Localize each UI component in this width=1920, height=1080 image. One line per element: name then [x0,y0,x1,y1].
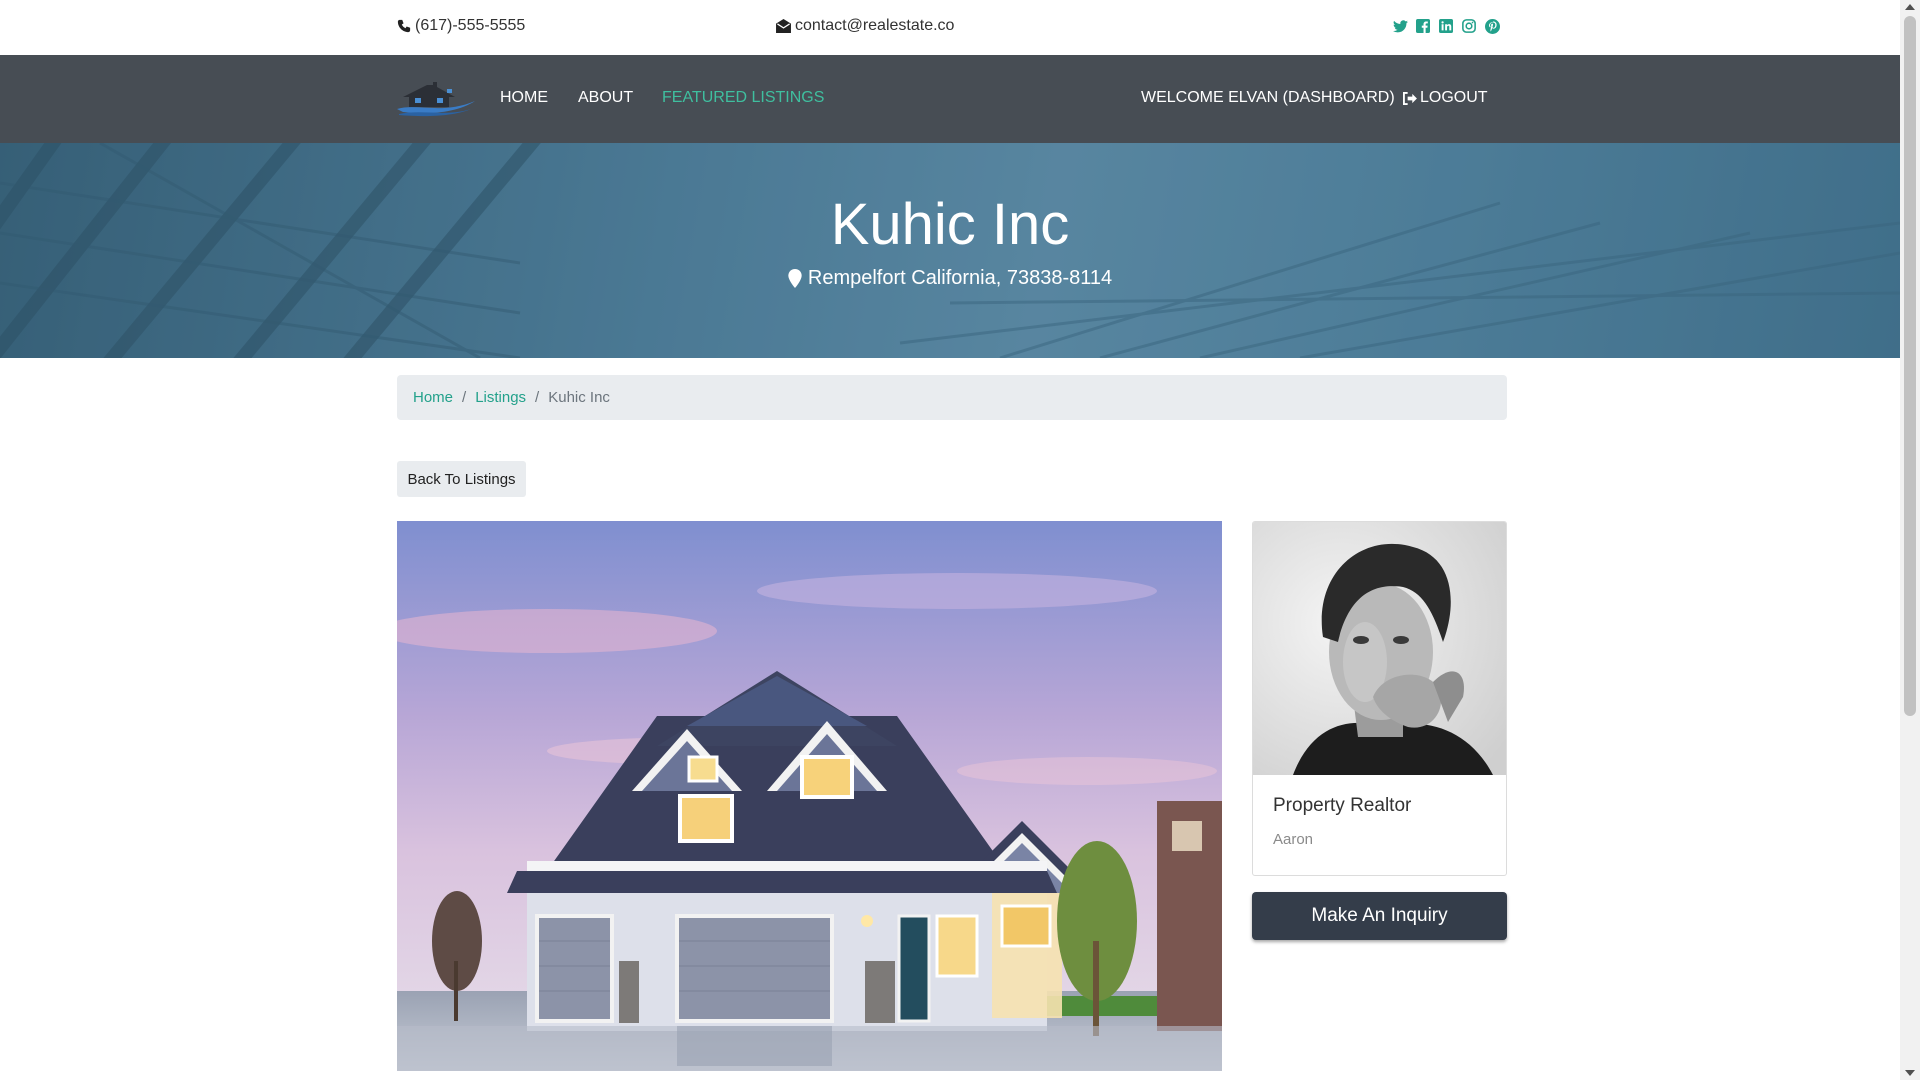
property-main-image[interactable] [397,521,1222,1071]
envelope-icon [776,19,791,33]
site-logo[interactable] [397,79,477,117]
realtor-card: Property Realtor Aaron [1252,521,1507,876]
breadcrumb: Home / Listings / Kuhic Inc [397,375,1507,420]
realtor-photo [1253,522,1506,775]
logout-icon [1403,91,1417,105]
main-navbar: HOME ABOUT FEATURED LISTINGS WELCOME ELV… [0,55,1900,143]
map-marker-icon [788,269,802,288]
breadcrumb-home[interactable]: Home [413,389,453,406]
instagram-icon[interactable] [1461,18,1477,34]
page-scrollbar[interactable] [1900,0,1920,1080]
nav-home[interactable]: HOME [500,89,548,107]
scroll-down-arrow-icon[interactable] [1905,1070,1915,1076]
phone-contact: (617)-555-5555 [397,17,525,35]
scrollbar-thumb[interactable] [1904,16,1916,716]
email-address: contact@realestate.co [795,17,955,34]
pinterest-icon[interactable] [1484,18,1500,34]
nav-featured-listings[interactable]: FEATURED LISTINGS [662,89,824,107]
scroll-up-arrow-icon[interactable] [1905,4,1915,10]
listing-hero-banner: Kuhic Inc Rempelfort California, 73838-8… [0,143,1900,358]
facebook-icon[interactable] [1415,18,1431,34]
phone-number: (617)-555-5555 [415,17,526,34]
twitter-icon[interactable] [1392,18,1408,34]
breadcrumb-separator: / [462,389,467,406]
logout-label: LOGOUT [1420,89,1488,106]
make-inquiry-button[interactable]: Make An Inquiry [1252,892,1507,940]
listing-title: Kuhic Inc [830,192,1070,257]
email-contact: contact@realestate.co [776,17,954,35]
breadcrumb-listings[interactable]: Listings [475,389,526,406]
top-info-bar: (617)-555-5555 contact@realestate.co [0,0,1900,55]
realtor-name: Aaron [1273,831,1314,848]
linkedin-icon[interactable] [1438,18,1454,34]
address-text: Rempelfort California, 73838-8114 [807,267,1113,289]
nav-dashboard[interactable]: WELCOME ELVAN (DASHBOARD) [1141,89,1395,107]
listing-address: Rempelfort California, 73838-8114 [0,267,1900,290]
realtor-role: Property Realtor [1273,795,1412,816]
social-links [1392,18,1500,34]
nav-about[interactable]: ABOUT [578,89,633,107]
breadcrumb-current: Kuhic Inc [548,389,610,406]
phone-icon [397,19,411,33]
nav-logout[interactable]: LOGOUT [1402,89,1488,107]
back-to-listings-button[interactable]: Back To Listings [397,461,526,497]
breadcrumb-separator: / [535,389,540,406]
